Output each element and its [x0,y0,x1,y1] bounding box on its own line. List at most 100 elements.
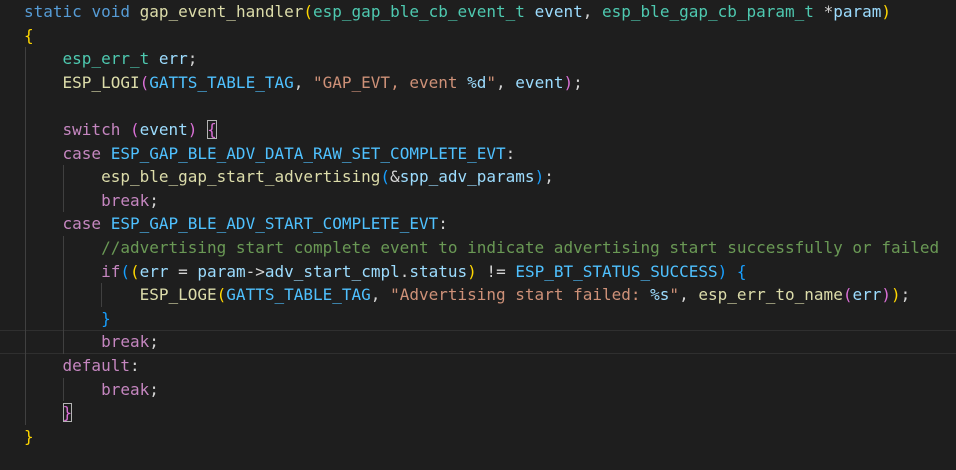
code-line[interactable]: case ESP_GAP_BLE_ADV_START_COMPLETE_EVT: [24,212,956,236]
code-line[interactable]: switch (event) { [24,117,956,142]
code-token: ( [303,2,314,21]
code-token: ; [573,72,583,92]
code-token: if [101,261,121,281]
code-token: ESP_GAP_BLE_ADV_DATA_RAW_SET_COMPLETE_EV… [110,143,506,163]
code-line[interactable]: { [24,24,956,48]
code-token: err [139,261,169,281]
code-token: event [534,2,583,21]
code-token: "GAP_EVT, event [313,72,468,92]
code-token: ) [881,285,892,305]
code-token: ; [149,190,159,210]
code-token: err [158,49,188,69]
code-token: ; [900,285,911,305]
code-token: ; [149,379,159,399]
code-token: ; [544,167,554,187]
code-token: != [476,261,516,281]
code-line[interactable]: default: [24,353,956,378]
code-token: } [62,403,73,423]
code-token: . [399,261,410,281]
code-line[interactable]: esp_err_t err; [24,47,956,71]
code-token: ESP_LOGI [62,72,140,92]
code-token: "Advertising start failed: [390,285,651,305]
code-line[interactable]: static void gap_event_handler(esp_gap_bl… [24,0,956,24]
code-line[interactable] [24,94,956,118]
code-line[interactable]: } [24,401,956,425]
code-token: ESP_BT_STATUS_SUCCESS [515,261,718,281]
code-token: ESP_LOGE [139,285,217,305]
code-line[interactable]: ESP_LOGI(GATTS_TABLE_TAG, "GAP_EVT, even… [24,70,956,95]
code-line[interactable]: } [24,425,956,449]
code-token: GATTS_TABLE_TAG [149,72,294,92]
code-token: break [101,379,150,399]
code-editor-window[interactable]: { "editor": { "language": "c", "function… [0,0,956,470]
code-line[interactable]: break; [24,188,956,213]
code-line[interactable]: ESP_LOGE(GATTS_TABLE_TAG, "Advertising s… [24,283,956,307]
code-line[interactable]: break; [24,377,956,402]
code-line[interactable]: if((err = param->adv_start_cmpl.status) … [24,259,956,284]
code-line[interactable]: //advertising start complete event to in… [24,235,956,260]
code-line[interactable]: esp_ble_gap_start_advertising(&spp_adv_p… [24,165,956,189]
code-line[interactable]: case ESP_GAP_BLE_ADV_DATA_RAW_SET_COMPLE… [24,141,956,166]
indent-guide [25,94,26,118]
code-token: ) [187,119,198,139]
code-token: { [736,261,747,281]
code-token: ( [216,285,227,305]
code-token: ( [129,119,140,139]
code-token: event [139,119,188,139]
code-token: ( [129,261,140,281]
code-token: , [582,2,603,21]
code-token: , [496,72,516,92]
code-token: event [515,72,564,92]
code-token: : [505,143,516,163]
code-token: gap_event_handler [139,2,304,21]
code-token: break [101,190,150,210]
code-token: { [207,119,217,139]
code-token: = [168,261,198,281]
code-token: " [486,72,497,92]
code-token: * [823,2,834,21]
code-token: spp_adv_params [399,167,535,187]
code-token: ( [120,261,130,281]
code-token: GATTS_TABLE_TAG [226,285,371,305]
code-token: -> [245,261,265,281]
code-line[interactable]: } [24,306,956,331]
code-token: case [62,214,111,234]
code-token: //advertising start complete event to in… [101,237,940,257]
code-token: ) [563,72,574,92]
code-token: break [101,332,150,352]
code-token: static [24,2,92,21]
code-token: , [293,72,313,92]
code-token: ( [139,72,150,92]
code-token: } [101,308,111,328]
code-token: : [129,355,140,375]
code-token: ) [881,2,892,21]
code-area[interactable]: static void gap_event_handler(esp_gap_bl… [0,0,956,470]
code-token: esp_ble_gap_cb_param_t [602,2,824,21]
code-token: esp_err_to_name [698,285,843,305]
code-token: & [390,167,400,187]
code-token: status [409,261,468,281]
code-token: param [833,2,882,21]
code-token: esp_ble_gap_start_advertising [101,167,381,187]
code-token: esp_err_t [62,49,159,69]
code-token: , [679,285,699,305]
code-token: switch [62,119,130,139]
code-token: %d [467,72,487,92]
code-token: : [438,214,448,234]
code-line[interactable]: break; [0,330,956,354]
code-token: } [24,426,34,446]
